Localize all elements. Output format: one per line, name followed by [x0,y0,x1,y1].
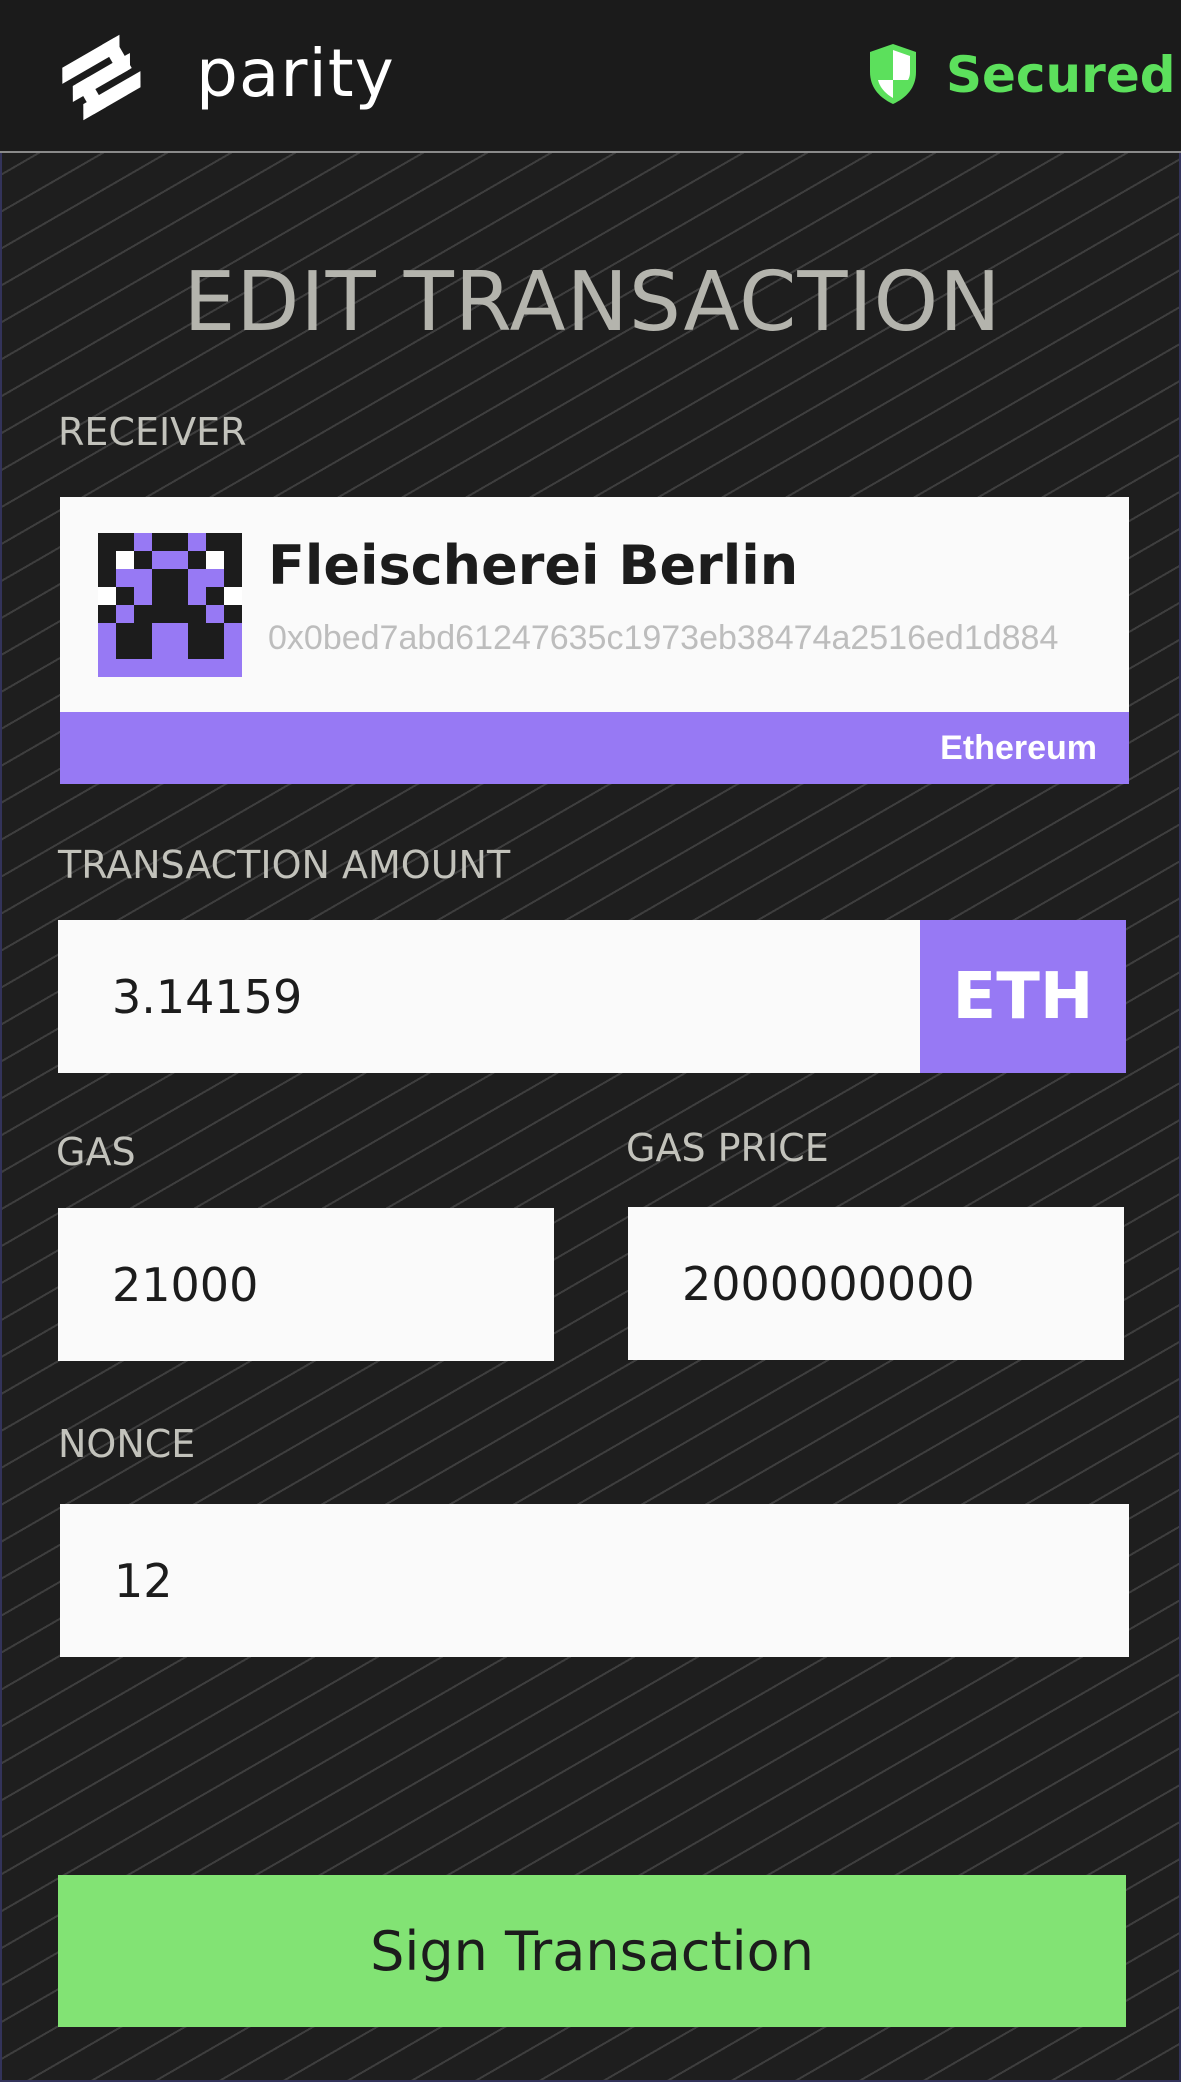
edit-transaction-screen: EDIT TRANSACTION RECEIVER Fleischerei Be… [0,153,1181,2082]
currency-label: ETH [952,959,1094,1034]
shield-icon [870,44,916,104]
gas-value: 21000 [112,1257,259,1312]
receiver-card[interactable]: Fleischerei Berlin 0x0bed7abd61247635c19… [60,497,1129,784]
nonce-input[interactable]: 12 [60,1504,1129,1657]
transaction-amount-label: TRANSACTION AMOUNT [58,843,511,887]
parity-logo-icon [62,34,141,121]
identicon-avatar [98,533,242,677]
gas-input[interactable]: 21000 [58,1208,554,1361]
transaction-amount-input[interactable]: 3.14159 [58,920,920,1073]
currency-selector[interactable]: ETH [920,920,1126,1073]
receiver-name: Fleischerei Berlin [268,534,799,597]
receiver-label: RECEIVER [58,410,247,454]
sign-transaction-label: Sign Transaction [370,1919,814,1983]
app-name: parity [196,35,395,112]
sign-transaction-button[interactable]: Sign Transaction [58,1875,1126,2027]
gas-price-value: 2000000000 [682,1256,975,1311]
receiver-address: 0x0bed7abd61247635c1973eb38474a2516ed1d8… [268,619,1059,657]
transaction-amount-value: 3.14159 [112,969,303,1024]
network-label: Ethereum [940,729,1097,767]
gas-label: GAS [56,1130,136,1174]
nonce-label: NONCE [58,1422,196,1466]
page-title: EDIT TRANSACTION [183,255,1002,350]
gas-price-input[interactable]: 2000000000 [628,1207,1124,1360]
network-bar: Ethereum [60,712,1129,784]
gas-price-label: GAS PRICE [626,1126,829,1170]
app-header: parity Secured [0,0,1181,153]
nonce-value: 12 [114,1553,173,1608]
security-status: Secured [946,46,1176,104]
